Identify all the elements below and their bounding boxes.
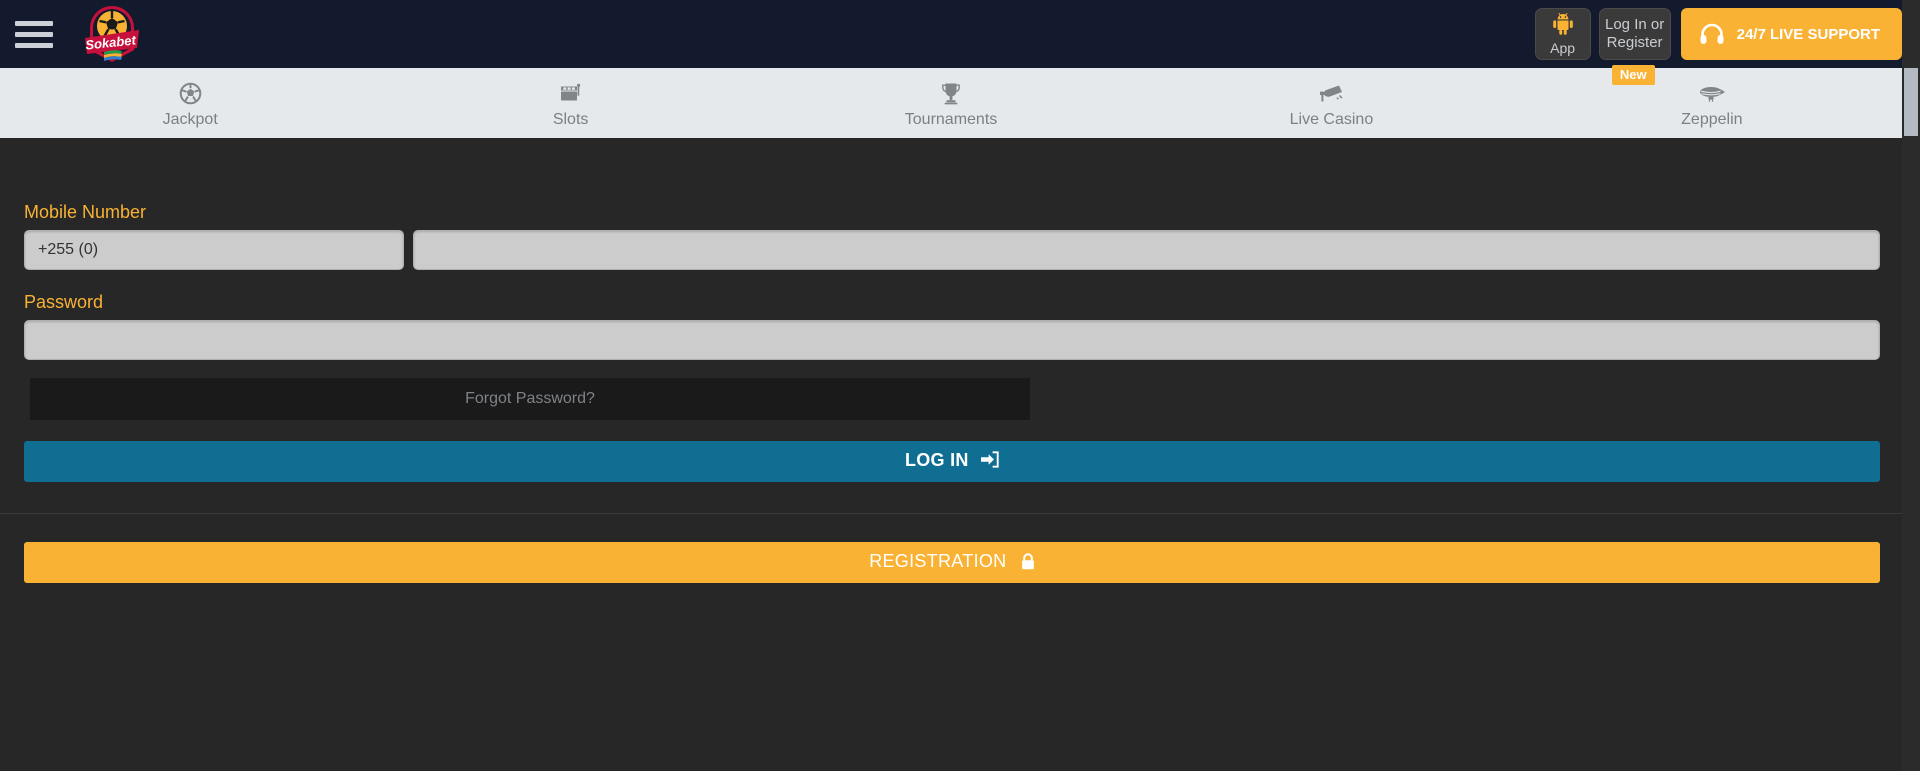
section-divider [0,513,1902,514]
app-download-button[interactable]: App [1534,8,1591,60]
nav-label: Tournaments [904,110,998,128]
login-button-line1: Log In or [1605,16,1665,33]
registration-button-label: REGISTRATION [869,550,1007,571]
mobile-number-row [24,230,1880,270]
soccer-ball-icon [179,82,202,106]
lock-icon [1021,552,1035,575]
zeppelin-icon [1698,82,1726,106]
new-badge: New [1611,65,1655,85]
live-support-button[interactable]: 24/7 LIVE SUPPORT [1680,8,1902,60]
nav-item-live-casino[interactable]: Live Casino [1141,68,1521,138]
hamburger-menu-icon[interactable] [10,14,58,54]
site-logo[interactable]: Sokabet [76,3,148,65]
header-actions: App Log In or Register 24/7 LIVE SUPPORT [1531,0,1902,68]
headset-icon [1699,22,1725,46]
country-prefix-input[interactable] [24,230,404,270]
hamburger-bar [15,31,53,37]
video-camera-icon [1318,82,1344,106]
live-support-label: 24/7 LIVE SUPPORT [1736,25,1880,43]
nav-item-zeppelin[interactable]: New Zeppelin [1522,65,1902,138]
login-form-panel: Mobile Number Password Forgot Password? … [0,138,1902,771]
category-nav-bar: Jackpot Slots Tournaments Live Casino Ne… [0,65,1902,138]
nav-item-tournaments[interactable]: Tournaments [761,68,1141,138]
sign-in-arrow-icon [981,451,999,473]
nav-label: Zeppelin [1681,110,1743,128]
top-header-bar: Sokabet App Log In or Register 24/7 LIVE… [0,0,1902,68]
hamburger-bar [15,20,53,26]
log-in-button-label: LOG IN [904,450,969,470]
password-input[interactable] [24,320,1880,360]
login-button-line2: Register [1606,34,1663,51]
nav-label: Slots [552,110,589,128]
mobile-number-label: Mobile Number [24,202,147,222]
nav-item-jackpot[interactable]: Jackpot [0,68,380,138]
page-root: Sokabet App Log In or Register 24/7 LIVE… [0,0,1920,771]
slot-machine-icon [559,82,583,106]
nav-item-slots[interactable]: Slots [380,68,760,138]
sokabet-logo-icon: Sokabet [85,6,139,62]
nav-label: Live Casino [1289,110,1374,128]
log-in-button[interactable]: LOG IN [24,441,1880,482]
password-label: Password [24,292,104,312]
scrollbar-thumb[interactable] [1904,68,1918,136]
app-button-label: App [1550,39,1576,56]
trophy-icon [940,82,962,106]
registration-button[interactable]: REGISTRATION [24,542,1880,583]
hamburger-bar [15,42,53,48]
page-scrollbar[interactable] [1902,0,1920,771]
forgot-password-button[interactable]: Forgot Password? [30,378,1030,420]
phone-number-input[interactable] [413,230,1880,270]
nav-label: Jackpot [162,110,218,128]
android-icon [1552,12,1574,39]
login-register-button[interactable]: Log In or Register [1598,8,1671,60]
